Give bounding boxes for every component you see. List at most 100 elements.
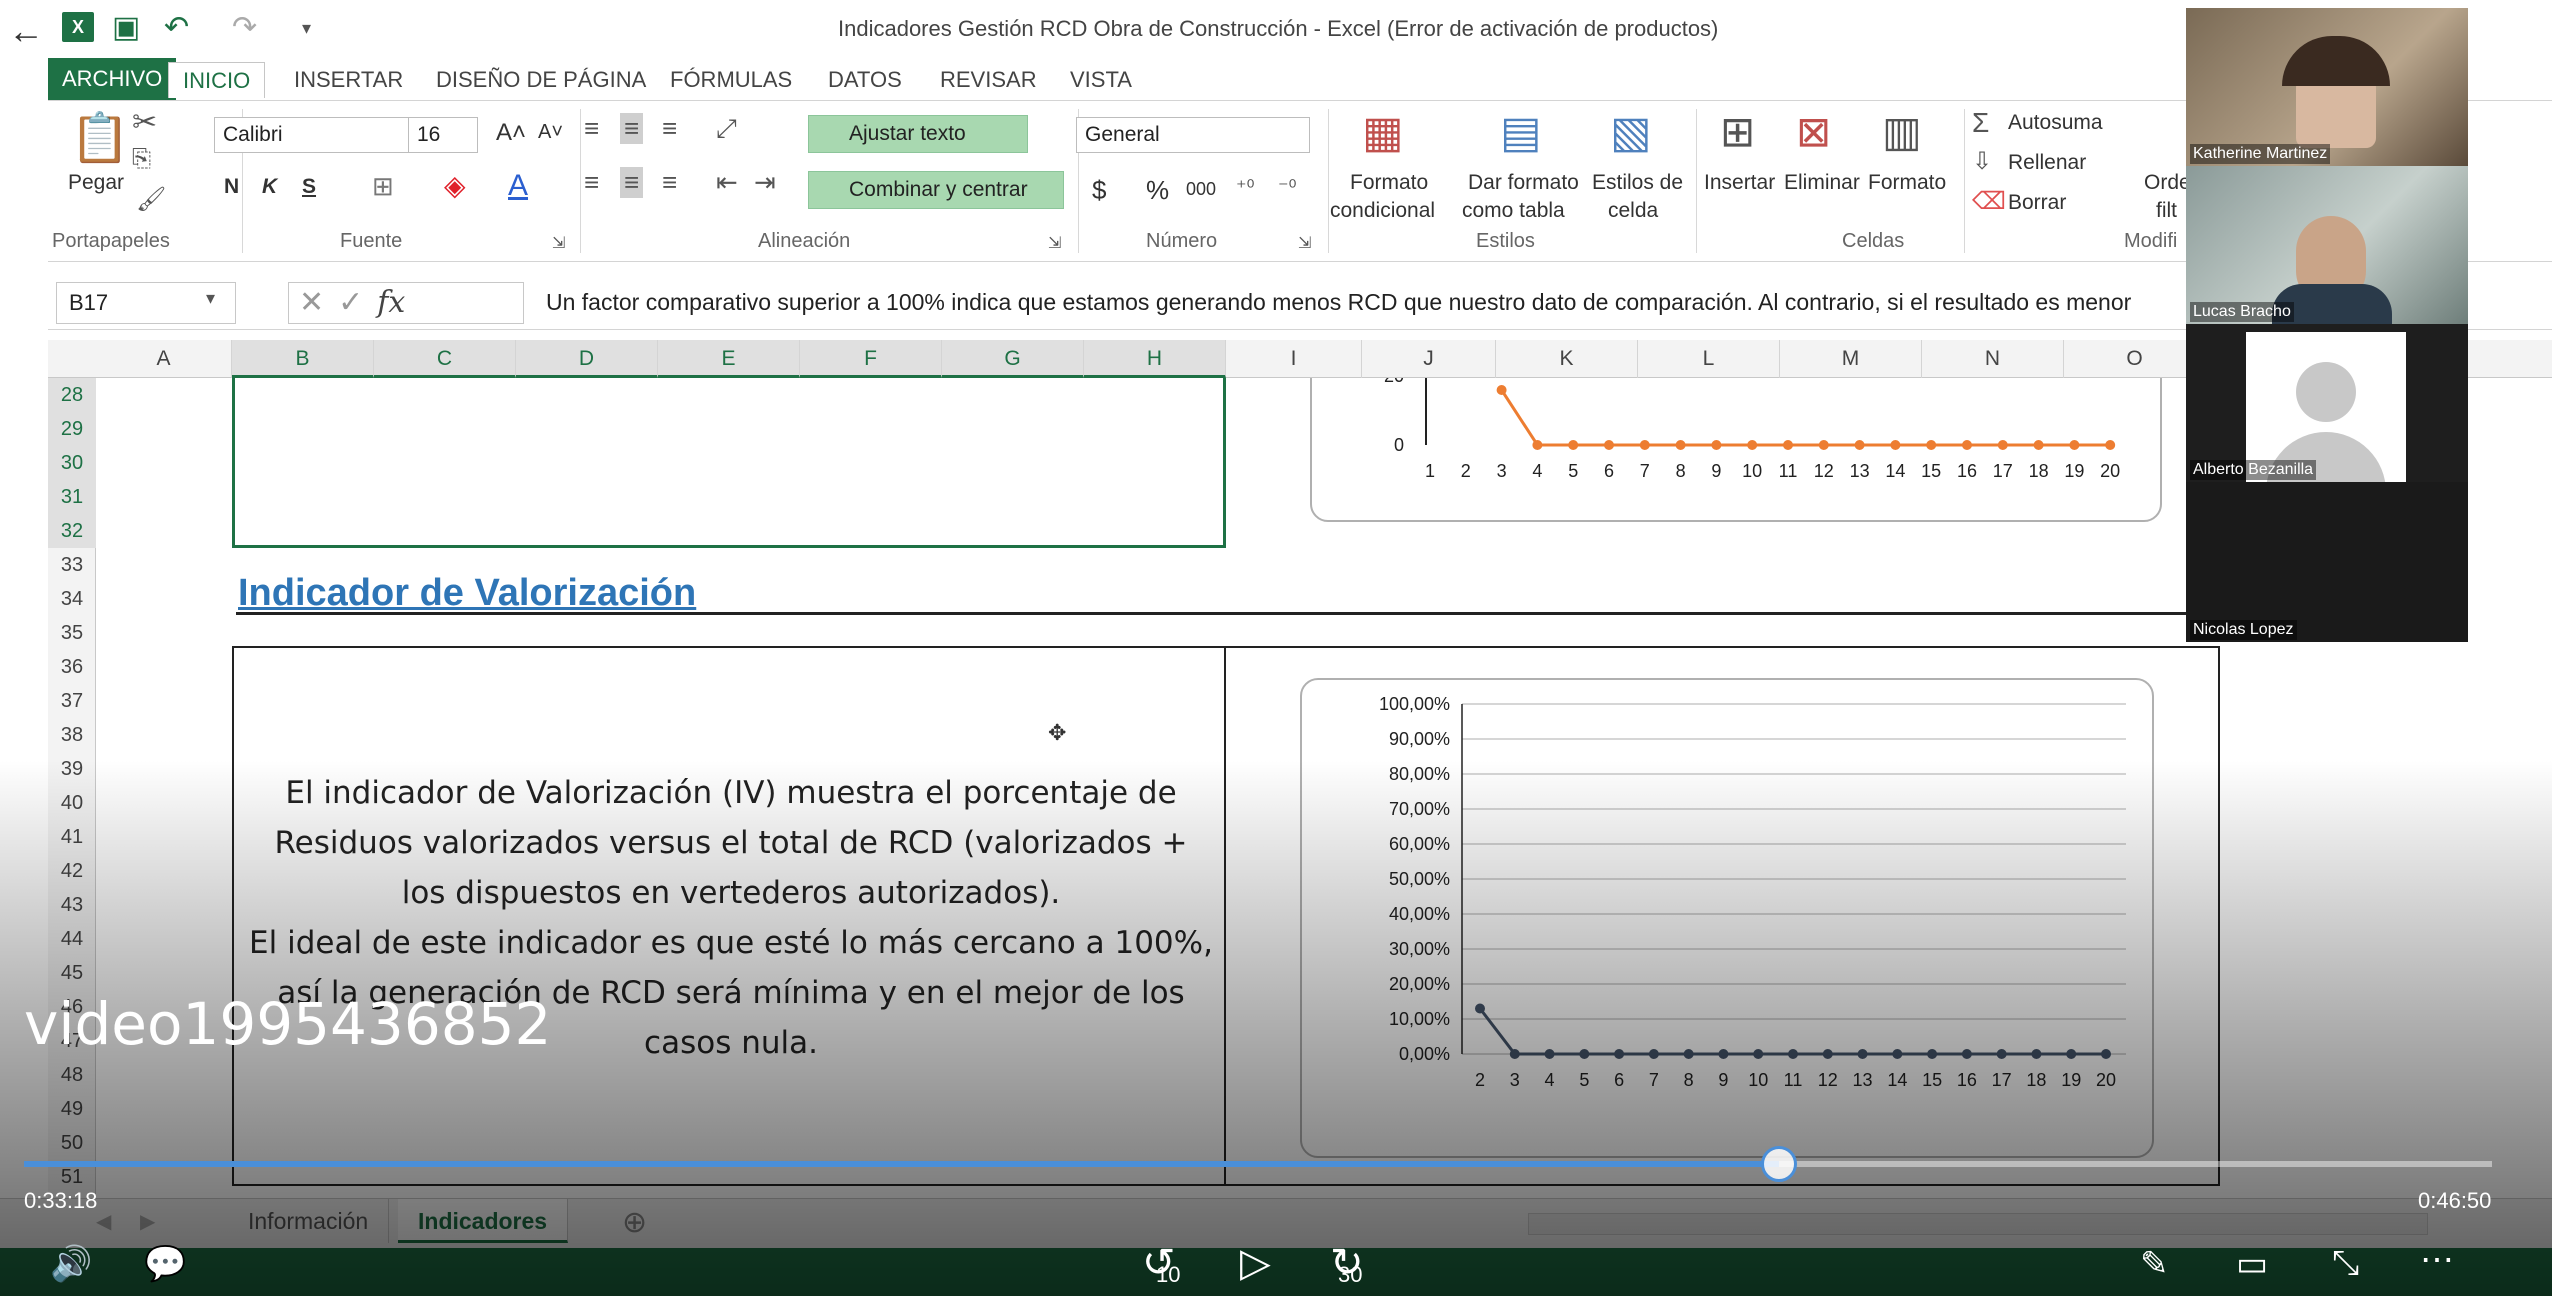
more-options-icon[interactable]: ⋯	[2420, 1240, 2454, 1280]
column-header-a[interactable]: A	[96, 340, 232, 378]
thousands-button[interactable]: 000	[1186, 179, 1216, 200]
insert-cells-icon[interactable]: ⊞	[1720, 107, 1755, 156]
top-line-chart[interactable]: 2001234567891011121314151617181920	[1310, 378, 2162, 522]
cell-styles-label-1[interactable]: Estilos de	[1592, 171, 1683, 195]
orientation-icon[interactable]: ⤢	[716, 113, 737, 145]
fill-color-icon[interactable]: ◈	[444, 169, 466, 202]
sheet-tab-indicadores[interactable]: Indicadores	[398, 1199, 569, 1243]
sort-filter-label-2[interactable]: filt	[2156, 199, 2177, 223]
participant-tile-1[interactable]: Katherine Martinez	[2186, 8, 2468, 166]
tab-diseno-pagina[interactable]: DISEÑO DE PÁGINA	[422, 62, 660, 98]
row-header-39[interactable]: 39	[48, 752, 96, 786]
close-icon[interactable]: ✕	[2476, 12, 2501, 47]
merge-center-button[interactable]: Combinar y centrar	[808, 171, 1064, 209]
row-header-32[interactable]: 32	[48, 514, 96, 548]
align-center-icon[interactable]: ≡	[620, 167, 644, 198]
decrease-indent-icon[interactable]: ⇤	[716, 167, 738, 198]
format-cells-label[interactable]: Formato	[1868, 171, 1946, 195]
column-header-j[interactable]: J	[1362, 340, 1496, 378]
align-top-icon[interactable]: ≡	[584, 113, 599, 144]
autosum-label[interactable]: Autosuma	[2008, 111, 2103, 135]
back-arrow-icon[interactable]: ←	[8, 10, 44, 52]
row-header-41[interactable]: 41	[48, 820, 96, 854]
increase-indent-icon[interactable]: ⇥	[754, 167, 776, 198]
decrease-decimal-icon[interactable]: ⁻⁰	[1278, 175, 1297, 200]
column-header-o[interactable]: O	[2064, 340, 2206, 378]
row-header-37[interactable]: 37	[48, 684, 96, 718]
column-header-e[interactable]: E	[658, 340, 800, 378]
delete-cells-icon[interactable]: ⊠	[1796, 107, 1831, 156]
row-header-49[interactable]: 49	[48, 1092, 96, 1126]
shrink-font-icon[interactable]: A˅	[538, 121, 563, 144]
valorization-line-chart[interactable]: 0,00% 10,00% 20,00% 30,00% 40,00% 50,00% 60,00…	[1300, 678, 2154, 1158]
row-header-33[interactable]: 33	[48, 548, 96, 582]
captions-icon[interactable]: 💬	[144, 1244, 186, 1284]
tab-archivo[interactable]: ARCHIVO	[48, 58, 177, 100]
format-painter-icon[interactable]: 🖌	[136, 185, 166, 214]
cancel-entry-icon[interactable]: ✕	[299, 286, 338, 319]
cast-icon[interactable]: ▭	[2236, 1244, 2268, 1284]
column-header-i[interactable]: I	[1226, 340, 1362, 378]
exit-fullscreen-icon[interactable]: ⤡	[2332, 1244, 2359, 1283]
font-size-select[interactable]: 16	[408, 117, 478, 153]
sort-filter-label-1[interactable]: Orde	[2144, 171, 2191, 195]
tab-insertar[interactable]: INSERTAR	[280, 62, 417, 98]
volume-icon[interactable]: 🔊	[50, 1244, 92, 1284]
number-dialog-launcher-icon[interactable]: ⇲	[1298, 233, 1311, 253]
fill-label[interactable]: Rellenar	[2008, 151, 2086, 175]
cell-styles-icon[interactable]: ▧	[1610, 107, 1652, 158]
clear-label[interactable]: Borrar	[2008, 191, 2066, 215]
progress-bar[interactable]	[24, 1161, 2492, 1167]
format-as-table-label-2[interactable]: como tabla	[1462, 199, 1565, 223]
conditional-format-label-2[interactable]: condicional	[1330, 199, 1435, 223]
worksheet-grid[interactable]: 2001234567891011121314151617181920 Indic…	[96, 378, 2552, 1198]
italic-button[interactable]: K	[262, 175, 277, 199]
row-header-31[interactable]: 31	[48, 480, 96, 514]
participant-tile-3[interactable]: Alberto Bezanilla	[2186, 324, 2468, 482]
undo-icon[interactable]: ↶	[164, 10, 189, 45]
row-header-44[interactable]: 44	[48, 922, 96, 956]
progress-thumb[interactable]	[1760, 1146, 1797, 1182]
cell-styles-label-2[interactable]: celda	[1608, 199, 1658, 223]
annotate-icon[interactable]: ✎	[2140, 1244, 2169, 1284]
copy-icon[interactable]: ⎘	[132, 145, 151, 173]
selected-range[interactable]	[232, 378, 1226, 548]
row-header-34[interactable]: 34	[48, 582, 96, 616]
align-right-icon[interactable]: ≡	[662, 167, 677, 198]
font-dialog-launcher-icon[interactable]: ⇲	[552, 233, 565, 253]
row-header-40[interactable]: 40	[48, 786, 96, 820]
tab-vista[interactable]: VISTA	[1056, 62, 1146, 98]
column-header-m[interactable]: M	[1780, 340, 1922, 378]
tab-revisar[interactable]: REVISAR	[926, 62, 1051, 98]
row-header-45[interactable]: 45	[48, 956, 96, 990]
conditional-format-label-1[interactable]: Formato	[1350, 171, 1428, 195]
autosum-icon[interactable]: Σ	[1972, 107, 1989, 139]
format-cells-icon[interactable]: ▥	[1882, 107, 1922, 156]
conditional-format-icon[interactable]: ▦	[1362, 107, 1404, 158]
column-header-f[interactable]: F	[800, 340, 942, 378]
tab-inicio[interactable]: INICIO	[168, 62, 266, 98]
column-header-c[interactable]: C	[374, 340, 516, 378]
grow-font-icon[interactable]: A˄	[496, 119, 526, 147]
row-header-35[interactable]: 35	[48, 616, 96, 650]
row-header-28[interactable]: 28	[48, 378, 96, 412]
paste-icon[interactable]: 📋	[70, 109, 130, 166]
participant-tile-2[interactable]: Lucas Bracho	[2186, 166, 2468, 324]
row-header-42[interactable]: 42	[48, 854, 96, 888]
align-bottom-icon[interactable]: ≡	[662, 113, 677, 144]
font-color-icon[interactable]: A	[508, 169, 528, 203]
formula-input[interactable]: Un factor comparativo superior a 100% in…	[526, 282, 2226, 324]
tab-formulas[interactable]: FÓRMULAS	[656, 62, 806, 98]
increase-decimal-icon[interactable]: ⁺⁰	[1236, 175, 1255, 200]
row-header-50[interactable]: 50	[48, 1126, 96, 1160]
column-header-h[interactable]: H	[1084, 340, 1226, 378]
add-sheet-icon[interactable]: ⊕	[622, 1205, 647, 1240]
participant-tile-4[interactable]: Nicolas Lopez	[2186, 482, 2468, 642]
bold-button[interactable]: N	[224, 175, 239, 199]
customize-quick-access-icon[interactable]: ▾	[302, 18, 311, 39]
currency-button[interactable]: $	[1092, 175, 1106, 206]
row-header-29[interactable]: 29	[48, 412, 96, 446]
column-header-n[interactable]: N	[1922, 340, 2064, 378]
font-name-select[interactable]: Calibri	[214, 117, 410, 153]
redo-icon[interactable]: ↷	[232, 10, 257, 45]
